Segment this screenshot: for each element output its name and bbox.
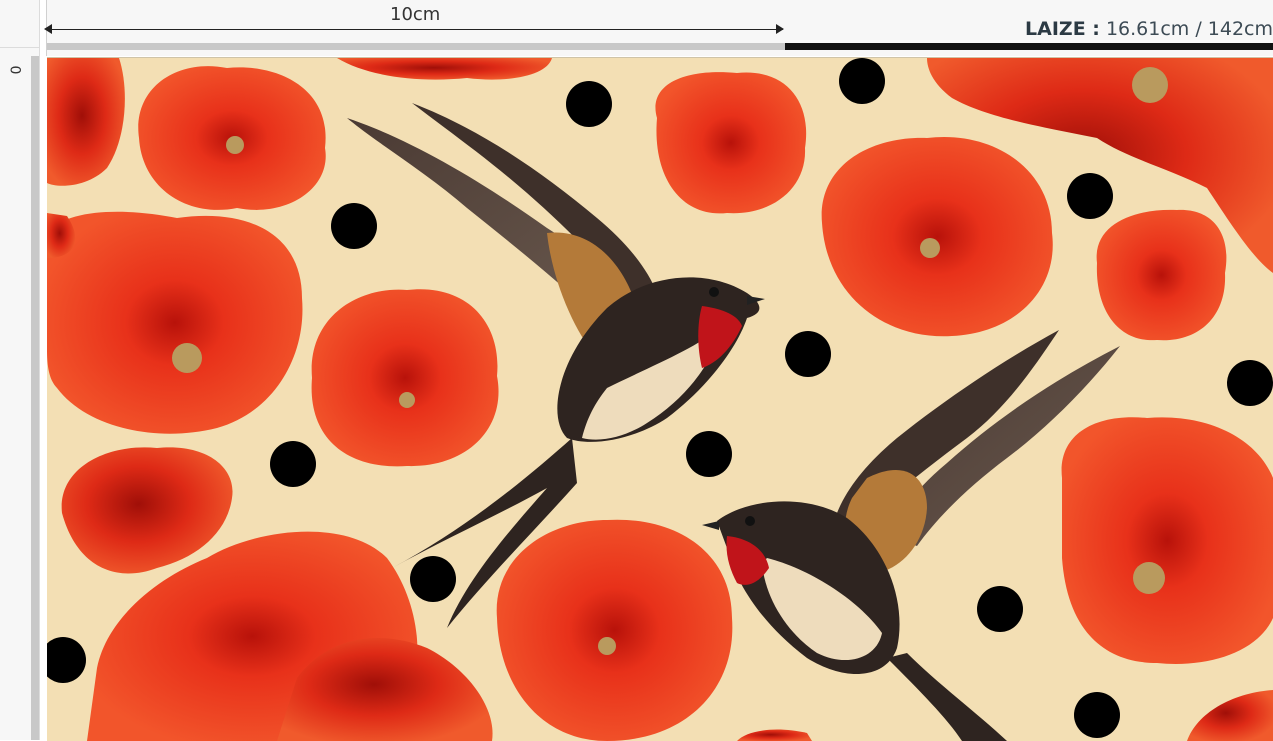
laize-readout: LAIZE : 16.61cm / 142cm (1025, 18, 1273, 40)
ruler-origin-label: 0 (6, 65, 23, 75)
ruler-corner (0, 0, 40, 48)
vertical-repeat-bar (31, 56, 39, 740)
laize-label: LAIZE : (1025, 18, 1100, 40)
repeat-width-bar (47, 43, 785, 50)
laize-value: 16.61cm / 142cm (1105, 18, 1273, 40)
measure-label: 10cm (390, 4, 441, 25)
vertical-ruler: 0 (0, 48, 40, 740)
fabric-width-bar (785, 43, 1273, 50)
arrow-right-icon (776, 24, 784, 34)
dimension-line (48, 29, 783, 30)
pattern-artwork (47, 58, 1273, 741)
pattern-preview[interactable] (47, 57, 1273, 741)
horizontal-ruler: 10cm LAIZE : 16.61cm / 142cm (40, 0, 1273, 56)
